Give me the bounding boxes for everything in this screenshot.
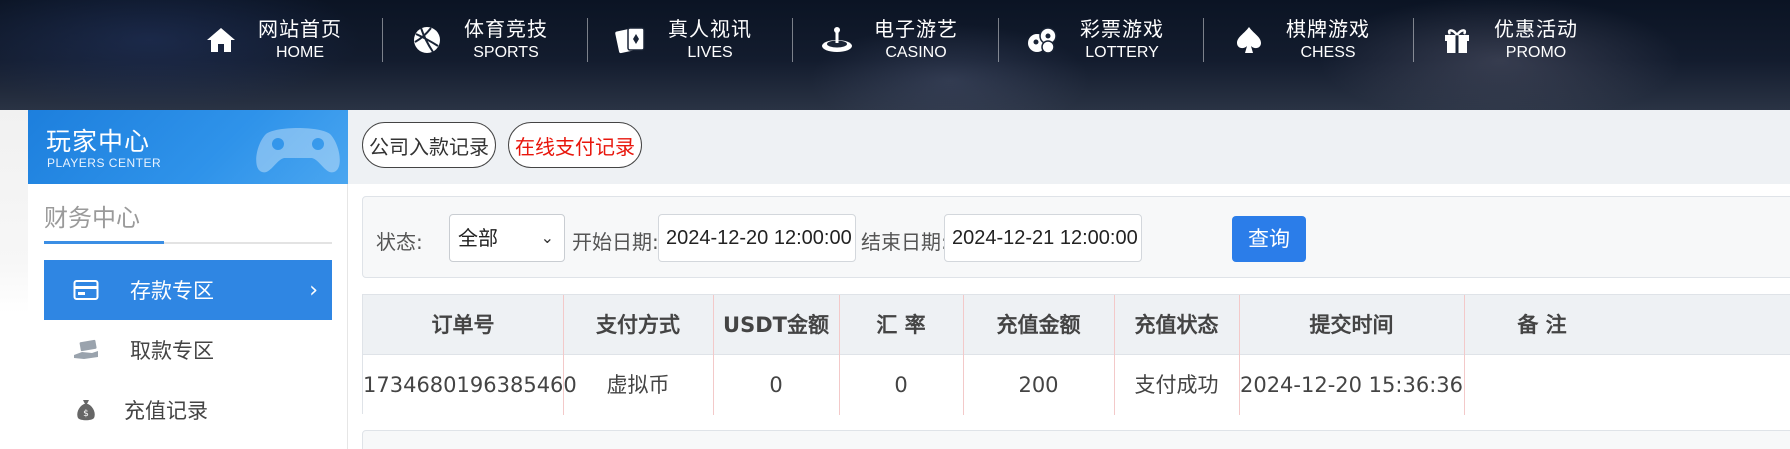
sidebar-item-label: 取款专区	[130, 339, 214, 363]
tab-online-payment-records[interactable]: 在线支付记录	[508, 122, 642, 168]
column-header-payment-method: 支付方式	[596, 313, 680, 337]
sidebar-item-withdraw[interactable]: 取款专区	[44, 320, 332, 380]
column-header-remarks: 备 注	[1517, 313, 1567, 337]
players-center-header: 玩家中心 PLAYERS CENTER	[28, 110, 348, 184]
column-divider	[563, 295, 564, 415]
start-date-input[interactable]: 2024-12-20 12:00:00	[658, 214, 856, 262]
column-header-exchange-rate: 汇 率	[876, 313, 926, 337]
lottery-balls-icon	[1026, 23, 1060, 57]
cards-icon	[614, 23, 648, 57]
nav-promo[interactable]: 优惠活动 PROMO	[1440, 14, 1578, 66]
roulette-icon	[820, 23, 854, 57]
sidebar: 玩家中心 PLAYERS CENTER 财务中心 存款专区 › 取款专区 $ 充…	[28, 110, 348, 449]
column-divider	[1239, 295, 1240, 415]
nav-separator	[998, 18, 999, 62]
nav-promo-sublabel: PROMO	[1505, 44, 1567, 61]
record-tabs-bar: 公司入款记录 在线支付记录	[348, 110, 1790, 184]
players-center-title: 玩家中心	[46, 127, 151, 156]
sidebar-item-label: 存款专区	[130, 279, 214, 303]
column-header-usdt-amount: USDT金额	[723, 313, 829, 337]
status-select-value: 全部	[458, 226, 498, 250]
nav-separator	[382, 18, 383, 62]
nav-chess-sublabel: CHESS	[1300, 44, 1356, 61]
page-background-strip	[0, 110, 28, 449]
cell-recharge-amount: 200	[1018, 373, 1059, 397]
column-header-order-no: 订单号	[431, 313, 495, 337]
cell-exchange-rate: 0	[894, 373, 908, 397]
nav-casino-label: 电子游艺	[874, 17, 958, 41]
cell-payment-method: 虚拟币	[606, 373, 670, 397]
card-icon	[66, 275, 106, 305]
table-header: 订单号 支付方式 USDT金额 汇 率 充值金额 充值状态 提交时间 备 注	[363, 295, 1790, 355]
nav-promo-label: 优惠活动	[1494, 17, 1578, 41]
finance-center-title: 财务中心	[44, 204, 140, 232]
column-header-recharge-amount: 充值金额	[996, 313, 1081, 337]
nav-separator	[1203, 18, 1204, 62]
nav-lottery-label: 彩票游戏	[1080, 17, 1164, 41]
payment-records-table: 订单号 支付方式 USDT金额 汇 率 充值金额 充值状态 提交时间 备 注 1…	[362, 294, 1790, 415]
sidebar-item-label: 充值记录	[124, 399, 208, 423]
nav-chess[interactable]: 棋牌游戏 CHESS	[1232, 14, 1370, 66]
nav-casino[interactable]: 电子游艺 CASINO	[820, 14, 958, 66]
cell-recharge-status: 支付成功	[1134, 373, 1219, 397]
nav-separator	[792, 18, 793, 62]
sidebar-item-deposit[interactable]: 存款专区 ›	[44, 260, 332, 320]
nav-separator	[587, 18, 588, 62]
nav-home[interactable]: 网站首页 HOME	[204, 14, 342, 66]
nav-casino-sublabel: CASINO	[885, 44, 947, 61]
pagination-panel	[362, 430, 1790, 449]
svg-text:$: $	[83, 409, 89, 419]
gift-icon	[1440, 23, 1474, 57]
column-divider	[713, 295, 714, 415]
column-header-recharge-status: 充值状态	[1134, 313, 1219, 337]
nav-lives-sublabel: LIVES	[687, 44, 733, 61]
sidebar-item-recharge-records[interactable]: $ 充值记录	[44, 380, 332, 440]
top-navigation-bar: 网站首页 HOME 体育竞技 SPORTS 真人视讯 LIVES 电子游艺 CA…	[0, 0, 1790, 110]
filter-bar: 状态: 全部 ⌄ 开始日期: 2024-12-20 12:00:00 结束日期:…	[362, 196, 1790, 278]
column-header-submit-time: 提交时间	[1309, 313, 1394, 337]
end-date-input[interactable]: 2024-12-21 12:00:00	[944, 214, 1142, 262]
column-divider	[963, 295, 964, 415]
nav-lives-label: 真人视讯	[668, 17, 752, 41]
end-date-label: 结束日期:	[861, 230, 948, 254]
tab-company-deposit-records[interactable]: 公司入款记录	[362, 122, 496, 168]
status-label: 状态:	[376, 230, 423, 254]
nav-separator	[1413, 18, 1414, 62]
nav-lives[interactable]: 真人视讯 LIVES	[614, 14, 752, 66]
cell-submit-time: 2024-12-20 15:36:36	[1239, 373, 1464, 397]
basketball-icon	[410, 23, 444, 57]
hand-money-icon	[66, 335, 106, 365]
chevron-down-icon: ⌄	[540, 228, 554, 247]
nav-chess-label: 棋牌游戏	[1286, 17, 1370, 41]
status-select[interactable]: 全部 ⌄	[449, 214, 565, 262]
home-icon	[204, 23, 238, 57]
nav-lottery-sublabel: LOTTERY	[1085, 44, 1159, 61]
players-center-subtitle: PLAYERS CENTER	[47, 156, 162, 170]
nav-sports-label: 体育竞技	[464, 17, 548, 41]
cell-order-no: 1734680196385460	[363, 373, 577, 397]
nav-sports[interactable]: 体育竞技 SPORTS	[410, 14, 548, 66]
section-divider-active	[44, 241, 164, 244]
money-bag-icon: $	[66, 395, 106, 425]
nav-sports-sublabel: SPORTS	[473, 44, 539, 61]
column-divider	[839, 295, 840, 415]
gamepad-icon	[256, 128, 340, 173]
cell-remarks	[1464, 355, 1620, 415]
cell-usdt-amount: 0	[769, 373, 783, 397]
nav-lottery[interactable]: 彩票游戏 LOTTERY	[1026, 14, 1164, 66]
column-divider	[1464, 295, 1465, 415]
query-button[interactable]: 查询	[1232, 216, 1306, 262]
nav-home-sublabel: HOME	[276, 44, 324, 61]
table-row: 1734680196385460 虚拟币 0 0 200 支付成功 2024-1…	[363, 355, 1790, 415]
nav-home-label: 网站首页	[258, 17, 342, 41]
spade-icon	[1232, 23, 1266, 57]
start-date-label: 开始日期:	[572, 230, 659, 254]
chevron-right-icon: ›	[309, 278, 318, 303]
column-divider	[1114, 295, 1115, 415]
